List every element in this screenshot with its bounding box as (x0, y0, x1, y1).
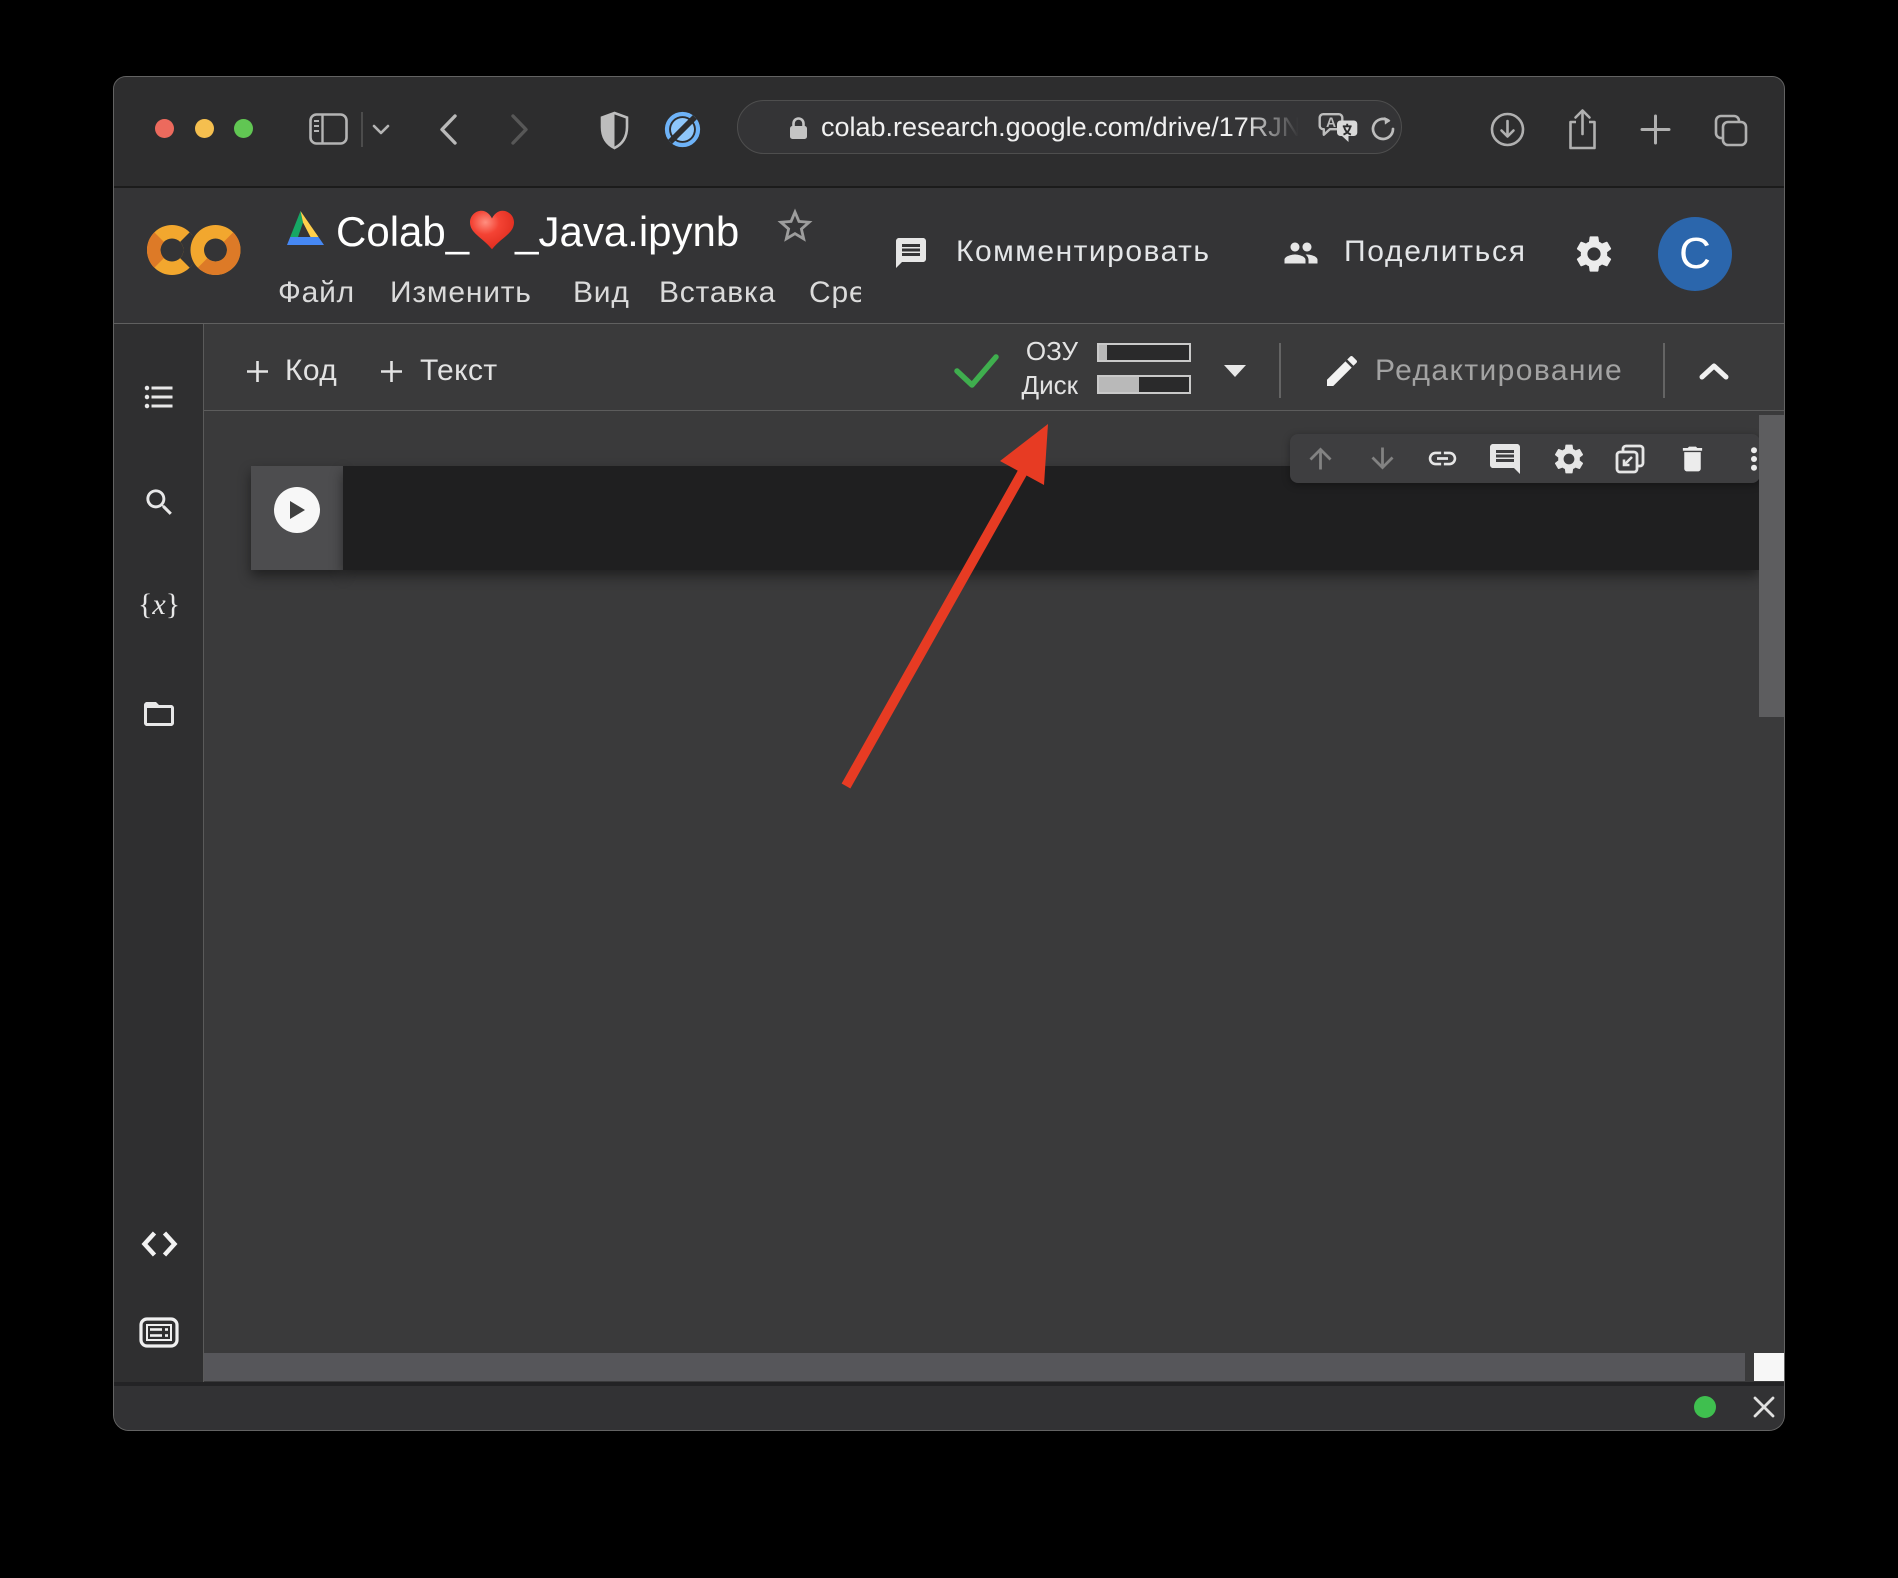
svg-text:A: A (1326, 114, 1336, 130)
